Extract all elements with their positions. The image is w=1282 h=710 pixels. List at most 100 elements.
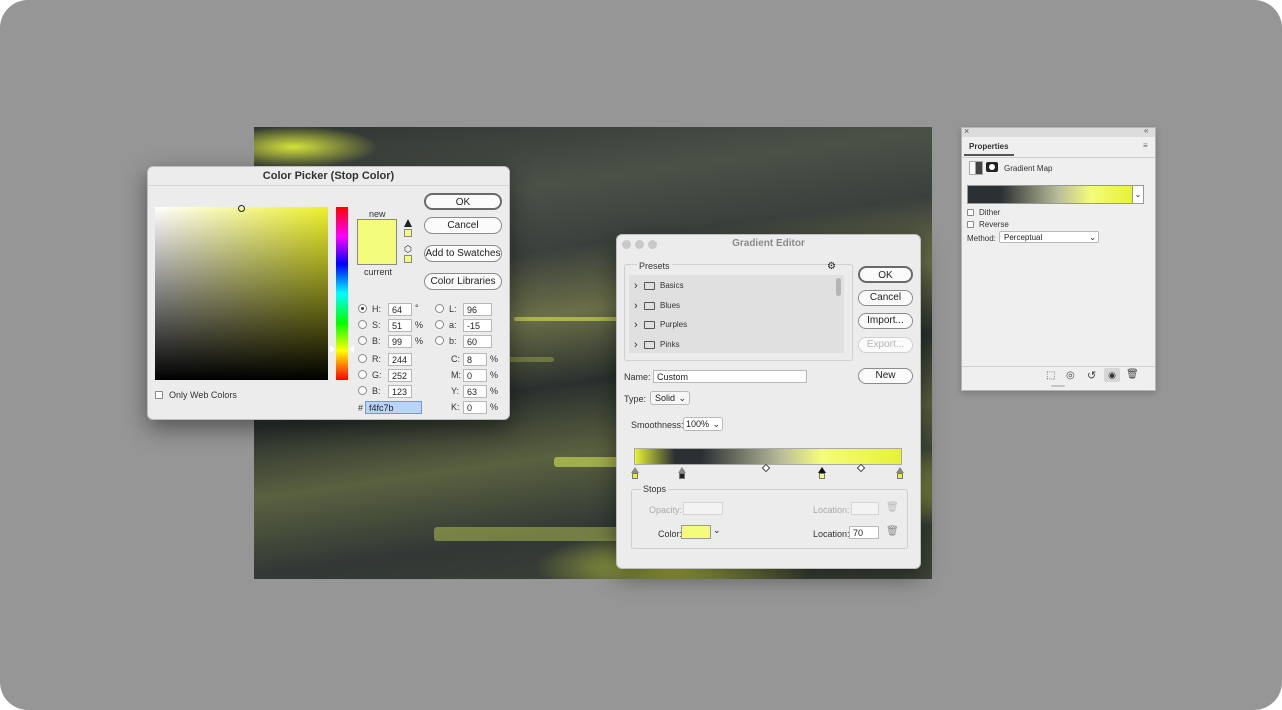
hue-slider-handle-right[interactable] <box>349 345 354 353</box>
saturation-brightness-field[interactable] <box>155 207 328 380</box>
clip-to-layer-icon[interactable]: ⬚ <box>1046 370 1055 381</box>
hue-slider[interactable] <box>336 207 348 380</box>
saturation-radio[interactable] <box>358 320 367 329</box>
hue-radio[interactable] <box>358 304 367 313</box>
web-safe-swatch[interactable] <box>404 255 412 263</box>
lab-l-label: L: <box>449 304 457 314</box>
color-stop-left-swatch[interactable] <box>632 473 638 479</box>
cancel-button[interactable]: Cancel <box>424 217 502 234</box>
lab-a-radio[interactable] <box>435 320 444 329</box>
color-picker-title: Color Picker (Stop Color) <box>148 167 509 186</box>
saturation-input[interactable]: 51 <box>388 319 412 332</box>
only-web-colors-checkbox[interactable] <box>155 391 163 399</box>
reverse-checkbox[interactable] <box>967 221 974 228</box>
red-label: R: <box>372 354 381 364</box>
chevron-right-icon[interactable]: › <box>634 316 638 334</box>
layer-mask-icon[interactable] <box>986 162 998 172</box>
preset-folder-basics[interactable]: › Basics <box>629 277 834 295</box>
preset-folder-pinks[interactable]: › Pinks <box>629 336 834 354</box>
hex-input[interactable]: f4fc7b <box>365 401 422 414</box>
presets-list[interactable]: › Basics › Blues › Purples › Pinks <box>629 275 844 353</box>
smoothness-select[interactable]: 100% ⌄ <box>683 417 723 431</box>
out-of-gamut-warning-icon[interactable] <box>404 219 412 227</box>
current-color-swatch[interactable] <box>357 242 397 265</box>
green-radio[interactable] <box>358 370 367 379</box>
hue-input[interactable]: 64 <box>388 303 412 316</box>
chevron-down-icon[interactable]: ⌄ <box>713 525 721 536</box>
chevron-right-icon[interactable]: › <box>634 336 638 354</box>
color-stop-right-swatch[interactable] <box>897 473 903 479</box>
gradient-picker-dropdown[interactable]: ⌄ <box>1133 185 1144 204</box>
export-button[interactable]: Export... <box>858 337 913 353</box>
smoothness-value: 100% <box>686 419 710 429</box>
panel-resize-grip[interactable] <box>1051 385 1065 387</box>
delete-opacity-stop-icon[interactable]: 🗑︎ <box>886 502 899 513</box>
color-stop-selected-swatch[interactable] <box>819 473 825 479</box>
color-libraries-button[interactable]: Color Libraries <box>424 273 502 290</box>
view-previous-state-icon[interactable]: ◎ <box>1066 370 1075 381</box>
close-icon[interactable]: × <box>964 126 969 136</box>
blue-radio[interactable] <box>358 386 367 395</box>
tab-properties[interactable]: Properties <box>964 140 1014 156</box>
color-location-input[interactable]: 70 <box>849 526 879 539</box>
chevron-right-icon[interactable]: › <box>634 277 638 295</box>
magenta-label: M: <box>451 370 461 380</box>
lab-b-input[interactable]: 60 <box>463 335 492 348</box>
preset-folder-blues[interactable]: › Blues <box>629 297 834 315</box>
color-stop-dark-swatch[interactable] <box>679 473 685 479</box>
opacity-location-input[interactable] <box>851 502 879 515</box>
presets-scrollbar[interactable] <box>836 278 841 296</box>
yellow-input[interactable]: 63 <box>463 385 487 398</box>
stop-color-swatch[interactable] <box>681 525 711 539</box>
ok-button[interactable]: OK <box>424 193 502 210</box>
midpoint-marker[interactable] <box>761 463 771 473</box>
import-button[interactable]: Import... <box>858 313 913 329</box>
brightness-label: B: <box>372 336 381 346</box>
name-label: Name: <box>624 372 651 382</box>
yellow-unit: % <box>490 386 499 396</box>
toggle-visibility-icon[interactable]: ◉ <box>1104 368 1120 382</box>
opacity-input[interactable] <box>683 502 723 515</box>
type-select[interactable]: Solid ⌄ <box>650 391 690 405</box>
brightness-input[interactable]: 99 <box>388 335 412 348</box>
magenta-input[interactable]: 0 <box>463 369 487 382</box>
gradient-preview-bar[interactable] <box>634 448 902 465</box>
cyan-input[interactable]: 8 <box>463 353 487 366</box>
lab-l-radio[interactable] <box>435 304 444 313</box>
panel-menu-icon[interactable]: ≡ <box>1143 141 1148 150</box>
method-select[interactable]: Perceptual ⌄ <box>999 231 1099 243</box>
lab-b-radio[interactable] <box>435 336 444 345</box>
gradient-map-preview[interactable] <box>967 185 1133 204</box>
delete-color-stop-icon[interactable]: 🗑︎ <box>886 526 899 537</box>
blue-input[interactable]: 123 <box>388 385 412 398</box>
opacity-label: Opacity: <box>649 505 683 515</box>
brightness-radio[interactable] <box>358 336 367 345</box>
reset-icon[interactable]: ↺ <box>1087 369 1096 382</box>
red-input[interactable]: 244 <box>388 353 412 366</box>
name-input[interactable]: Custom <box>653 370 807 383</box>
ok-button[interactable]: OK <box>858 266 913 283</box>
add-to-swatches-button[interactable]: Add to Swatches <box>424 245 502 262</box>
delete-layer-icon[interactable]: 🗑︎ <box>1126 369 1139 380</box>
red-radio[interactable] <box>358 354 367 363</box>
preset-folder-label: Purples <box>660 320 688 329</box>
chevron-right-icon[interactable]: › <box>634 297 638 315</box>
cyan-unit: % <box>490 354 499 364</box>
cancel-button[interactable]: Cancel <box>858 290 913 306</box>
collapse-icon[interactable]: « <box>1144 126 1148 135</box>
hue-slider-handle-left[interactable] <box>330 345 335 353</box>
presets-settings-icon[interactable]: ⚙︎ <box>827 261 836 272</box>
midpoint-marker[interactable] <box>856 463 866 473</box>
color-field-cursor[interactable] <box>238 205 245 212</box>
new-button[interactable]: New <box>858 368 913 384</box>
folder-icon <box>644 301 655 310</box>
web-safe-cube-icon[interactable]: ⬡ <box>404 245 412 254</box>
black-input[interactable]: 0 <box>463 401 487 414</box>
dither-checkbox[interactable] <box>967 209 974 216</box>
lab-l-input[interactable]: 96 <box>463 303 492 316</box>
green-input[interactable]: 252 <box>388 369 412 382</box>
preset-folder-purples[interactable]: › Purples <box>629 316 834 334</box>
gamut-swatch[interactable] <box>404 229 412 237</box>
lab-a-input[interactable]: -15 <box>463 319 492 332</box>
blue-label: B: <box>372 386 381 396</box>
